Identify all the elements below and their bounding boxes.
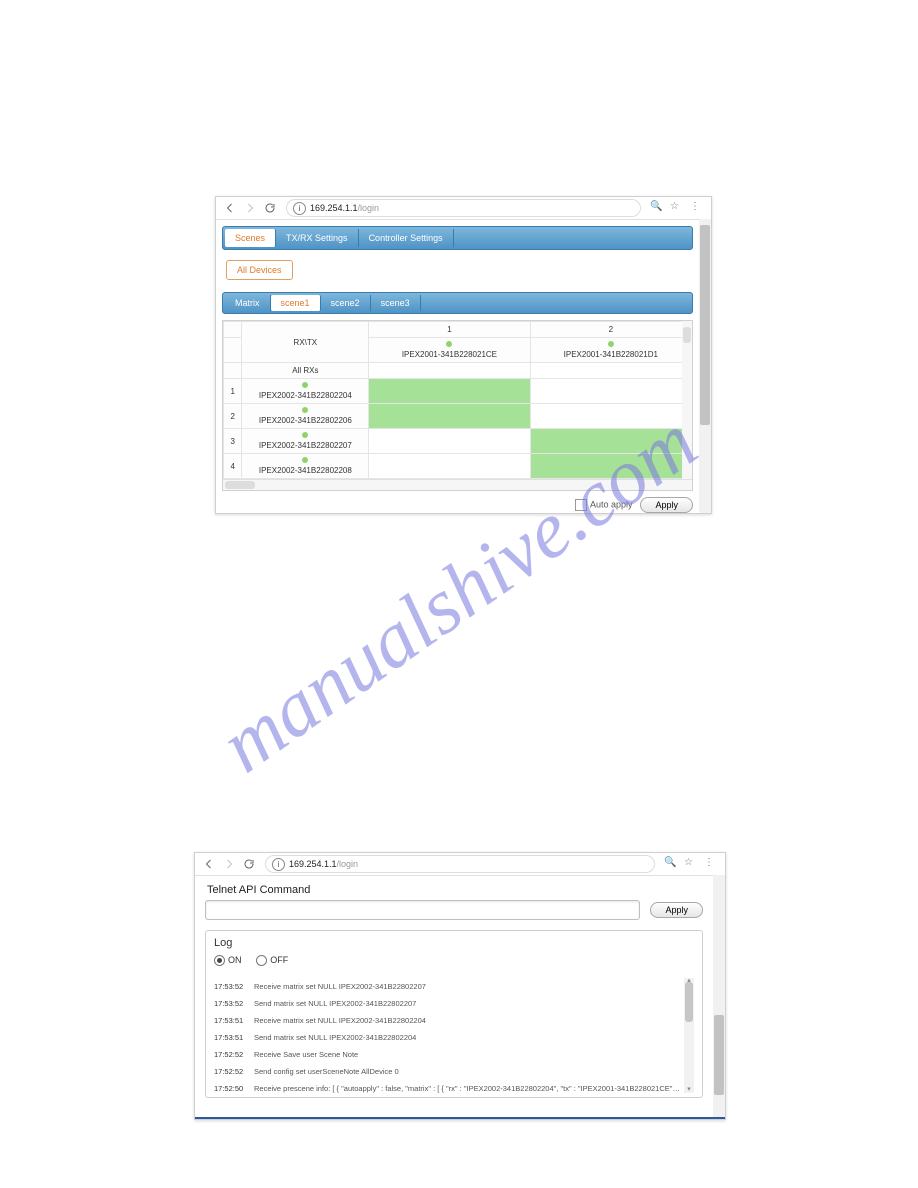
subtab-scene2[interactable]: scene2 <box>321 295 371 311</box>
star-icon[interactable]: ☆ <box>670 201 684 215</box>
url-field[interactable]: i 169.254.1.1/login <box>265 855 655 873</box>
footer-border <box>195 1117 725 1119</box>
subtab-scene3[interactable]: scene3 <box>371 295 421 311</box>
address-bar: i 169.254.1.1/login 🔍 ☆ ⋮ <box>195 853 725 876</box>
page-scrollbar[interactable] <box>699 219 711 513</box>
forward-icon[interactable] <box>243 201 257 215</box>
log-entry: 17:53:51Receive matrix set NULL IPEX2002… <box>214 1012 682 1029</box>
telnet-section-title: Telnet API Command <box>207 884 703 896</box>
matrix-cell[interactable] <box>530 429 691 454</box>
matrix-cell[interactable] <box>369 404 530 429</box>
log-panel: Log ON OFF ▴ ▾ 17:53:52Receive matrix se… <box>205 930 703 1098</box>
matrix-cell[interactable] <box>369 454 530 479</box>
log-entry: 17:52:52Receive Save user Scene Note <box>214 1046 682 1063</box>
tab-txrx-settings[interactable]: TX/RX Settings <box>276 229 359 247</box>
telnet-apply-button[interactable]: Apply <box>650 902 703 918</box>
forward-icon[interactable] <box>222 857 236 871</box>
subtab-matrix[interactable]: Matrix <box>225 295 271 311</box>
url-field[interactable]: i 169.254.1.1/login <box>286 199 641 217</box>
rx-device: IPEX2002-341B22802204 <box>242 379 369 404</box>
zoom-icon[interactable]: 🔍 <box>664 857 678 871</box>
log-entry: 17:52:52Send config set userSceneNote Al… <box>214 1063 682 1080</box>
log-entry: 17:53:52Receive matrix set NULL IPEX2002… <box>214 978 682 995</box>
all-devices-button[interactable]: All Devices <box>226 260 293 280</box>
table-row: 1 IPEX2002-341B22802204 <box>224 379 692 404</box>
main-tabs: Scenes TX/RX Settings Controller Setting… <box>222 226 693 250</box>
log-entry: 17:52:50Receive prescene info: [ { "auto… <box>214 1080 682 1093</box>
table-row: 4 IPEX2002-341B22802208 <box>224 454 692 479</box>
reload-icon[interactable] <box>263 201 277 215</box>
matrix-cell[interactable] <box>369 379 530 404</box>
log-scrollbar[interactable]: ▴ ▾ <box>684 978 694 1093</box>
tx-col-num: 1 <box>369 322 530 338</box>
all-rxs-label: All RXs <box>242 363 369 379</box>
matrix-grid: RX\TX 1 2 IPEX2001-341B228021CE IPEX2001… <box>222 320 693 491</box>
info-icon[interactable]: i <box>293 202 306 215</box>
tx-device: IPEX2001-341B228021CE <box>369 338 530 363</box>
tab-scenes[interactable]: Scenes <box>225 229 276 247</box>
rx-device: IPEX2002-341B22802207 <box>242 429 369 454</box>
tab-controller-settings[interactable]: Controller Settings <box>359 229 454 247</box>
browser-window-scenes: i 169.254.1.1/login 🔍 ☆ ⋮ Scenes TX/RX S… <box>215 196 712 514</box>
matrix-cell[interactable] <box>530 454 691 479</box>
back-icon[interactable] <box>223 201 237 215</box>
menu-icon[interactable]: ⋮ <box>704 857 718 871</box>
address-bar: i 169.254.1.1/login 🔍 ☆ ⋮ <box>216 197 711 220</box>
table-row: 2 IPEX2002-341B22802206 <box>224 404 692 429</box>
matrix-hscroll[interactable] <box>223 479 692 490</box>
log-off-radio[interactable]: OFF <box>256 955 300 966</box>
matrix-cell[interactable] <box>530 404 691 429</box>
star-icon[interactable]: ☆ <box>684 857 698 871</box>
log-title: Log <box>214 937 694 949</box>
matrix-cell[interactable] <box>530 379 691 404</box>
log-on-radio[interactable]: ON <box>214 955 254 966</box>
scene-tabs: Matrix scene1 scene2 scene3 <box>222 292 693 314</box>
auto-apply-checkbox[interactable]: Auto apply <box>575 499 633 511</box>
url-path: /login <box>358 203 380 213</box>
matrix-vscroll[interactable] <box>682 321 692 480</box>
row-index: 4 <box>224 454 242 479</box>
table-row: 3 IPEX2002-341B22802207 <box>224 429 692 454</box>
rx-device: IPEX2002-341B22802208 <box>242 454 369 479</box>
back-icon[interactable] <box>202 857 216 871</box>
log-list: ▴ ▾ 17:53:52Receive matrix set NULL IPEX… <box>214 978 694 1093</box>
zoom-icon[interactable]: 🔍 <box>650 201 664 215</box>
rx-device: IPEX2002-341B22802206 <box>242 404 369 429</box>
telnet-command-input[interactable] <box>205 900 640 920</box>
subtab-scene1[interactable]: scene1 <box>271 295 321 311</box>
browser-window-telnet: i 169.254.1.1/login 🔍 ☆ ⋮ Telnet API Com… <box>194 852 726 1120</box>
tx-col-num: 2 <box>530 322 691 338</box>
menu-icon[interactable]: ⋮ <box>690 201 704 215</box>
tx-device: IPEX2001-341B228021D1 <box>530 338 691 363</box>
corner-label: RX\TX <box>242 322 369 363</box>
url-path: /login <box>337 859 359 869</box>
row-index: 2 <box>224 404 242 429</box>
log-entry: 17:53:52Send matrix set NULL IPEX2002-34… <box>214 995 682 1012</box>
row-index: 1 <box>224 379 242 404</box>
page-scrollbar[interactable] <box>713 875 725 1119</box>
row-index: 3 <box>224 429 242 454</box>
reload-icon[interactable] <box>242 857 256 871</box>
apply-button[interactable]: Apply <box>640 497 693 513</box>
log-entry: 17:53:51Send matrix set NULL IPEX2002-34… <box>214 1029 682 1046</box>
url-host: 169.254.1.1 <box>310 203 358 213</box>
matrix-cell[interactable] <box>369 429 530 454</box>
info-icon[interactable]: i <box>272 858 285 871</box>
url-host: 169.254.1.1 <box>289 859 337 869</box>
